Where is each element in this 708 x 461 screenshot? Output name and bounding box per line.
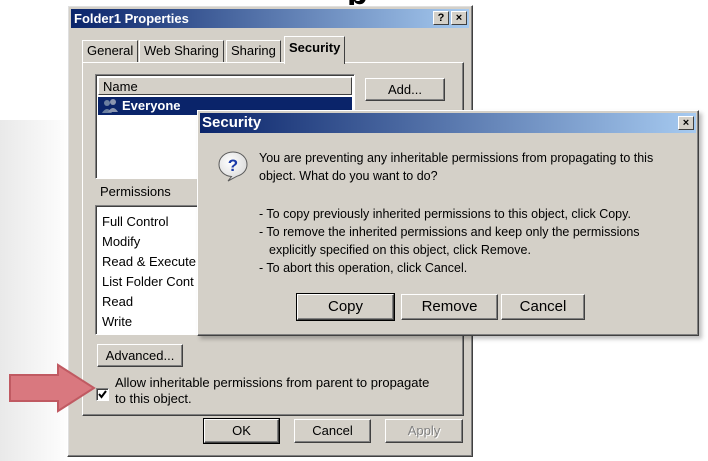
dialog-cancel-button[interactable]: Cancel — [501, 294, 585, 320]
dialog-bullet-copy: - To copy previously inherited permissio… — [259, 207, 631, 221]
permission-modify[interactable]: Modify — [102, 232, 140, 252]
inherit-label-line2[interactable]: to this object. — [115, 391, 192, 407]
dialog-bullet-remove: - To remove the inherited permissions an… — [259, 225, 640, 239]
permission-read-execute[interactable]: Read & Execute — [102, 252, 196, 272]
dialog-message-line1: You are preventing any inheritable permi… — [259, 151, 654, 165]
dialog-close-button[interactable]: × — [678, 116, 694, 130]
checkmark-icon — [98, 390, 107, 399]
tab-general[interactable]: General — [82, 40, 139, 63]
add-button[interactable]: Add... — [365, 78, 445, 101]
ok-button[interactable]: OK — [203, 418, 280, 444]
copy-button[interactable]: Copy — [296, 293, 395, 321]
window-title: Folder1 Properties — [74, 11, 189, 26]
inherit-label-line1[interactable]: Allow inheritable permissions from paren… — [115, 375, 429, 391]
security-dialog: Security × ? You are preventing any inhe… — [197, 110, 699, 336]
dialog-bullet-cancel: - To abort this operation, click Cancel. — [259, 261, 468, 275]
close-icon: × — [455, 12, 463, 24]
name-column-header[interactable]: Name — [98, 77, 352, 95]
permission-list-folder[interactable]: List Folder Cont — [102, 272, 194, 292]
dialog-bullet-remove-cont: explicitly specified on this object, cli… — [269, 243, 531, 257]
help-icon: ? — [437, 12, 445, 24]
users-icon — [102, 99, 118, 113]
dialog-title: Security — [202, 114, 262, 131]
remove-button[interactable]: Remove — [401, 294, 498, 320]
help-button[interactable]: ? — [433, 11, 449, 25]
permission-read[interactable]: Read — [102, 292, 133, 312]
cancel-button[interactable]: Cancel — [294, 419, 371, 443]
list-item-label: Everyone — [122, 98, 181, 113]
question-icon: ? — [218, 151, 248, 182]
permissions-label: Permissions — [100, 184, 171, 199]
svg-text:?: ? — [228, 156, 238, 175]
dialog-titlebar[interactable]: Security × — [200, 113, 696, 133]
close-icon: × — [682, 117, 690, 129]
permission-write[interactable]: Write — [102, 312, 132, 332]
tab-web-sharing[interactable]: Web Sharing — [139, 40, 224, 63]
advanced-button[interactable]: Advanced... — [97, 344, 183, 367]
window-titlebar[interactable]: Folder1 Properties ? × — [71, 9, 469, 28]
pointer-arrow-icon — [9, 363, 96, 413]
close-button[interactable]: × — [451, 11, 467, 25]
permission-full-control[interactable]: Full Control — [102, 212, 168, 232]
inherit-checkbox[interactable] — [96, 388, 109, 401]
tab-security[interactable]: Security — [284, 36, 346, 64]
dialog-message-line2: object. What do you want to do? — [259, 169, 438, 183]
tab-sharing[interactable]: Sharing — [226, 40, 281, 63]
apply-button[interactable]: Apply — [385, 419, 463, 443]
